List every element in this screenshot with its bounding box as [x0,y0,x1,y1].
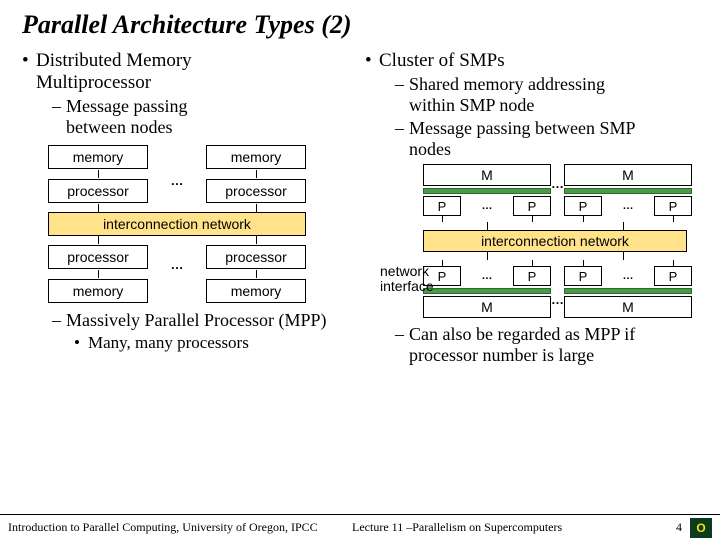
memory-box: M [423,164,551,186]
text: Massively Parallel Processor (MPP) [66,310,326,330]
processor-box: P [564,266,602,286]
bullet-message-passing: –Message passing between nodes [52,96,355,138]
bus [564,288,692,294]
network-interface-label: networkinterface [380,264,434,294]
processor-box: P [564,196,602,216]
diagram-distributed-memory: memory memory processor … processor inte… [48,144,306,304]
bullet-mpp: –Massively Parallel Processor (MPP) [52,310,355,331]
bullet-regarded-mpp: –Can also be regarded as MPP if processo… [395,324,698,366]
footer-left: Introduction to Parallel Computing, Univ… [8,520,322,535]
processor-box: processor [206,179,306,203]
memory-box: memory [48,279,148,303]
bus [423,288,551,294]
slide-title: Parallel Architecture Types (2) [22,10,698,40]
bus [423,188,551,194]
text: Message passing [66,96,187,116]
ellipsis: … [482,200,493,212]
right-column: •Cluster of SMPs –Shared memory addressi… [365,50,698,368]
ellipsis: … [551,292,564,307]
bullet-smp-message-passing: –Message passing between SMP nodes [395,118,698,160]
text: Distributed Memory [36,50,192,71]
footer: Introduction to Parallel Computing, Univ… [0,514,720,540]
smp-node: P … P M [423,260,551,318]
processor-box: P [423,196,461,216]
processor-box: processor [48,245,148,269]
text: Multiprocessor [36,72,151,93]
ellipsis: … [623,200,634,212]
bullet-many-processors: •Many, many processors [74,333,355,353]
ellipsis: … [171,257,184,272]
left-column: •Distributed Memory Multiprocessor –Mess… [22,50,355,368]
smp-node: M P … P [564,164,692,222]
text: between nodes [66,117,172,137]
page-number: 4 [666,520,686,535]
bus [564,188,692,194]
footer-mid: Lecture 11 –Parallelism on Supercomputer… [322,520,666,535]
text: Shared memory addressing [409,74,605,94]
text: Message passing between SMP [409,118,635,138]
processor-box: P [654,196,692,216]
text: nodes [409,139,451,159]
bullet-cluster-smp: •Cluster of SMPs [365,50,698,72]
memory-box: memory [206,279,306,303]
text: within SMP node [409,95,534,115]
ellipsis: … [482,270,493,282]
bullet-distributed-memory: •Distributed Memory Multiprocessor [22,50,355,94]
smp-node: P … P M [564,260,692,318]
text: Can also be regarded as MPP if [409,324,635,344]
processor-box: P [654,266,692,286]
processor-box: P [513,266,551,286]
memory-box: M [423,296,551,318]
memory-box: memory [48,145,148,169]
oregon-logo-icon: O [690,518,712,538]
diagram-cluster-smp: M P … P … M P [377,164,687,318]
memory-box: M [564,164,692,186]
processor-box: processor [48,179,148,203]
text: processor number is large [409,345,594,365]
ellipsis: … [171,173,184,188]
bullet-shared-memory: –Shared memory addressing within SMP nod… [395,74,698,116]
text: Many, many processors [88,333,249,352]
memory-box: M [564,296,692,318]
smp-node: M P … P [423,164,551,222]
interconnect-box: interconnection network [423,230,687,252]
processor-box: processor [206,245,306,269]
memory-box: memory [206,145,306,169]
processor-box: P [513,196,551,216]
ellipsis: … [551,176,564,191]
ellipsis: … [623,270,634,282]
interconnect-box: interconnection network [48,212,306,236]
text: Cluster of SMPs [379,50,505,71]
